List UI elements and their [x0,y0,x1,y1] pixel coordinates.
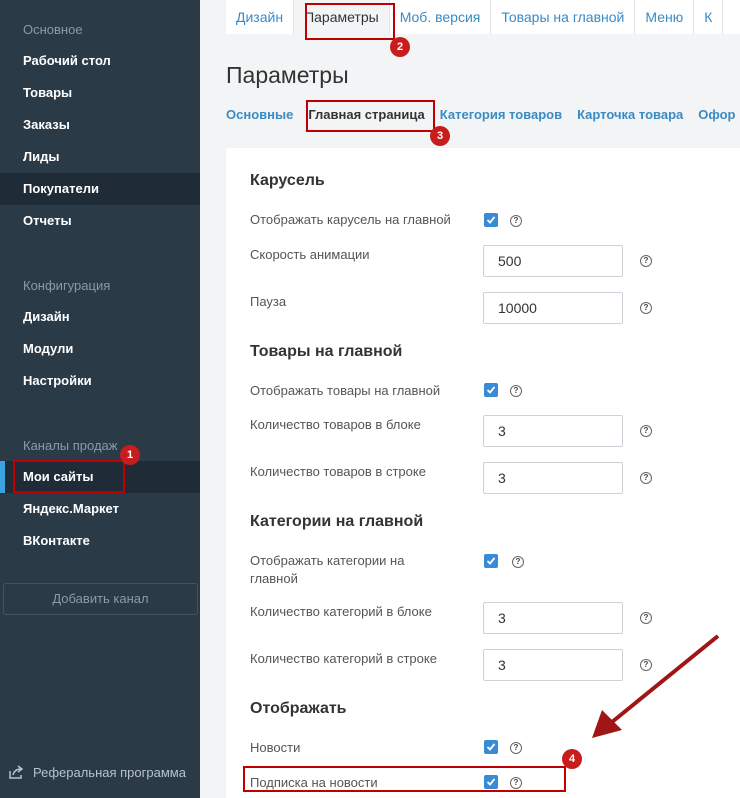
products-block-input[interactable] [483,415,623,447]
add-channel-button[interactable]: Добавить канал [3,583,198,615]
annotation-badge-2: 2 [390,37,410,57]
page-title: Параметры [226,62,349,88]
checkmark-icon [486,216,496,224]
sidebar-item-customers[interactable]: Покупатели [0,173,200,205]
carousel-pause-label: Пауза [250,294,287,309]
sidebar-item-dashboard[interactable]: Рабочий стол [0,45,200,77]
help-icon[interactable]: ? [510,385,522,397]
categories-block-label: Количество категорий в блоке [250,604,432,619]
sidebar-item-products[interactable]: Товары [0,77,200,109]
sidebar-item-orders[interactable]: Заказы [0,109,200,141]
help-icon[interactable]: ? [510,215,522,227]
sidebar-item-vkontakte[interactable]: ВКонтакте [0,525,200,557]
carousel-show-label: Отображать карусель на главной [250,212,451,227]
section-title-config: Конфигурация [23,278,111,293]
carousel-speed-input[interactable] [483,245,623,277]
subtab-product-category[interactable]: Категория товаров [440,107,562,122]
top-tabs: Дизайн Параметры Моб. версия Товары на г… [226,0,740,34]
share-icon [9,765,24,779]
news-checkbox[interactable] [484,740,498,754]
categories-row-label: Количество категорий в строке [250,651,437,666]
help-icon[interactable]: ? [640,302,652,314]
annotation-box-home-page [306,100,435,132]
tab-menu[interactable]: Меню [635,0,695,34]
help-icon[interactable]: ? [640,472,652,484]
checkmark-icon [486,743,496,751]
sidebar-item-yandex-market[interactable]: Яндекс.Маркет [0,493,200,525]
subtab-main[interactable]: Основные [226,107,293,122]
annotation-arrow [592,634,720,738]
tab-mobile[interactable]: Моб. версия [390,0,492,34]
annotation-box-subscribe [243,766,566,792]
news-label: Новости [250,740,301,755]
help-icon[interactable]: ? [640,612,652,624]
tab-design[interactable]: Дизайн [226,0,295,34]
products-row-label: Количество товаров в строке [250,464,426,479]
help-icon[interactable]: ? [640,255,652,267]
categories-show-checkbox[interactable] [484,554,498,568]
annotation-box-parameters [305,3,395,40]
checkmark-icon [486,386,496,394]
sidebar-item-leads[interactable]: Лиды [0,141,200,173]
carousel-heading: Карусель [250,172,325,189]
products-block-label: Количество товаров в блоке [250,417,421,432]
annotation-box-my-sites [13,460,125,493]
sidebar-item-reports[interactable]: Отчеты [0,205,200,237]
carousel-show-checkbox[interactable] [484,213,498,227]
products-row-input[interactable] [483,462,623,494]
products-show-label: Отображать товары на главной [250,383,441,398]
sidebar: Основное Рабочий стол Товары Заказы Лиды… [0,0,200,798]
annotation-badge-1: 1 [120,445,140,465]
subtab-design[interactable]: Офор [698,107,735,122]
help-icon[interactable]: ? [512,556,524,568]
categories-heading: Категории на главной [250,513,424,530]
products-heading: Товары на главной [250,343,403,360]
display-heading: Отображать [250,700,347,717]
sub-tabs: Основные Главная страница Категория това… [226,107,740,122]
carousel-pause-input[interactable] [483,292,623,324]
help-icon[interactable]: ? [640,425,652,437]
products-show-checkbox[interactable] [484,383,498,397]
tab-home-products[interactable]: Товары на главной [491,0,636,34]
referral-label: Реферальная программа [33,764,186,780]
section-title-channels: Каналы продаж [23,438,118,453]
categories-show-label-line2: главной [250,571,298,586]
carousel-speed-label: Скорость анимации [250,247,370,262]
subtab-product-card[interactable]: Карточка товара [577,107,683,122]
checkmark-icon [486,557,496,565]
annotation-badge-4: 4 [562,749,582,769]
help-icon[interactable]: ? [510,742,522,754]
referral-link[interactable]: Реферальная программа [8,764,186,780]
sidebar-item-modules[interactable]: Модули [0,333,200,365]
sidebar-item-settings[interactable]: Настройки [0,365,200,397]
annotation-badge-3: 3 [430,126,450,146]
sidebar-item-design[interactable]: Дизайн [0,301,200,333]
tab-more[interactable]: К [694,0,724,34]
section-title-main: Основное [23,22,83,37]
categories-show-label-line1: Отображать категории на [250,553,405,568]
